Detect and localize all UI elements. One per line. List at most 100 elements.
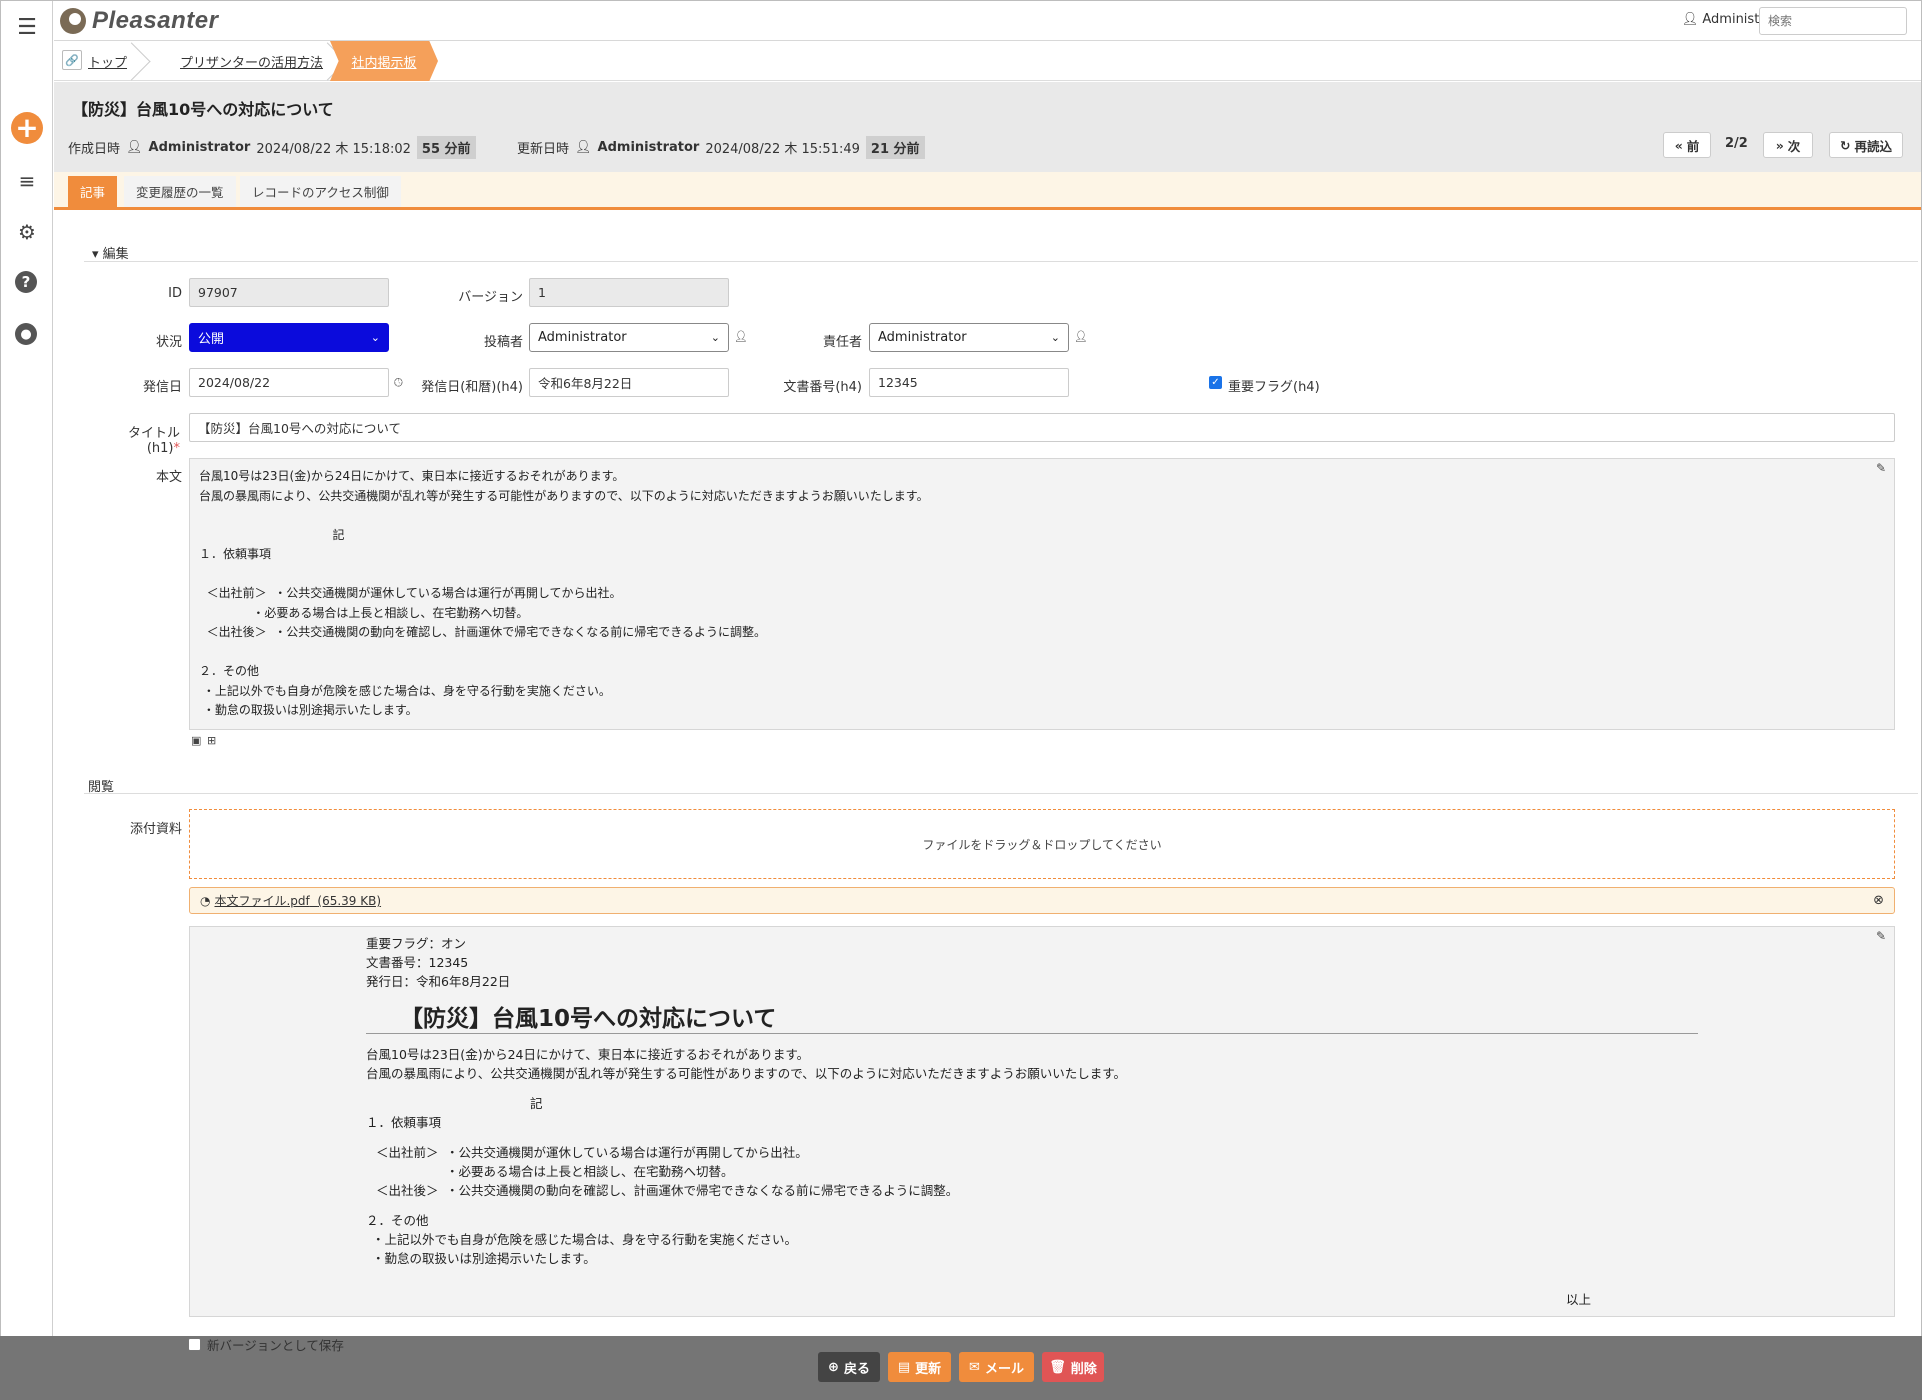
- breadcrumb-howto[interactable]: プリザンターの活用方法: [180, 41, 323, 81]
- preview-o2: ・勤怠の取扱いは別途掲示いたします。: [372, 1251, 596, 1266]
- delete-button[interactable]: 🗑︎ 削除: [1042, 1352, 1104, 1382]
- table-icon[interactable]: ⊞: [207, 734, 216, 747]
- breadcrumb-top[interactable]: トップ: [88, 41, 127, 81]
- preview-b1: ・公共交通機関が運休している場合は運行が再開してから出社。: [446, 1145, 808, 1160]
- attachment-name: 本文ファイル.pdf: [214, 894, 310, 908]
- app-header: Pleasanter 👤︎ Administrator: [54, 1, 1921, 41]
- preview-s1: １．依頼事項: [366, 1115, 442, 1130]
- chevron-down-icon: ⌄: [1050, 331, 1060, 344]
- back-icon: ⊕: [828, 1359, 839, 1375]
- required-mark: *: [173, 441, 181, 456]
- update-button[interactable]: ▤ 更新: [888, 1352, 951, 1382]
- clock-icon[interactable]: 🕓︎: [394, 376, 403, 390]
- poster-select[interactable]: Administrator ⌄: [529, 323, 729, 352]
- poster-value: Administrator: [538, 330, 627, 345]
- preview-flag: 重要フラグ：オン: [366, 936, 467, 951]
- help-icon[interactable]: ?: [15, 271, 37, 293]
- user-icon[interactable]: ●: [15, 323, 37, 345]
- save-icon: ▤: [897, 1359, 911, 1375]
- title-label: タイトル(h1)*: [100, 422, 180, 456]
- version-label: バージョン: [458, 290, 523, 305]
- body-preview: ✎ 重要フラグ：オン 文書番号：12345 発行日：令和6年8月22日 【防災】…: [189, 926, 1895, 1317]
- menu-icon[interactable]: ☰: [14, 15, 40, 41]
- gear-icon[interactable]: ⚙: [14, 219, 40, 245]
- wareki-field[interactable]: 令和6年8月22日: [529, 368, 729, 397]
- page-count: 2/2: [1725, 136, 1748, 151]
- wareki-label: 発信日(和暦)(h4): [421, 380, 523, 395]
- breadcrumb-current[interactable]: 社内掲示板: [330, 41, 438, 81]
- status-label: 状況: [155, 335, 182, 350]
- attachment-icon: ◔: [200, 893, 211, 908]
- created-at: 2024/08/22 木 15:18:02: [256, 142, 411, 157]
- preview-before-label: ＜出社前＞: [376, 1145, 439, 1160]
- side-rail: ☰ + ≡ ⚙ ? ●: [1, 1, 53, 1399]
- docno-label: 文書番号(h4): [783, 380, 862, 395]
- id-label: ID: [168, 286, 182, 301]
- owner-label: 責任者: [822, 335, 862, 350]
- link-icon[interactable]: 🔗: [62, 50, 82, 70]
- preview-p2: 台風の暴風雨により、公共交通機関が乱れ等が発生する可能性がありますので、以下のよ…: [366, 1066, 1127, 1081]
- file-dropzone[interactable]: ファイルをドラッグ＆ドロップしてください: [189, 809, 1895, 879]
- user-icon: 👤︎: [575, 140, 592, 155]
- user-icon: 👤︎: [126, 140, 143, 155]
- updated-by[interactable]: Administrator: [598, 140, 700, 155]
- date-field[interactable]: 2024/08/22: [189, 368, 389, 397]
- preview-date: 発行日：令和6年8月22日: [366, 974, 511, 989]
- body-textarea[interactable]: 台風10号は23日(金)から24日にかけて、東日本に接近するおそれがあります。 …: [189, 458, 1895, 730]
- id-field: 97907: [189, 278, 389, 307]
- next-icon: »: [1775, 137, 1784, 153]
- tab-bar: 記事 変更履歴の一覧 レコードのアクセス制御: [54, 172, 1921, 210]
- attachment-item: ◔ 本文ファイル.pdf (65.39 KB) ⊗: [189, 887, 1895, 914]
- updated-ago: 21 分前: [865, 136, 925, 159]
- search-input[interactable]: [1759, 7, 1907, 35]
- important-flag-checkbox[interactable]: ✓: [1209, 376, 1222, 389]
- preview-b2: ・必要ある場合は上長と相談し、在宅勤務へ切替。: [446, 1164, 734, 1179]
- tab-article[interactable]: 記事: [68, 176, 118, 207]
- user-icon[interactable]: 👤︎: [1074, 330, 1088, 343]
- image-icon[interactable]: ▣: [191, 734, 201, 747]
- close-icon[interactable]: ⊗: [1873, 893, 1884, 908]
- new-version-checkbox[interactable]: [188, 1338, 201, 1351]
- preview-heading: 【防災】台風10号への対応について: [400, 1006, 777, 1032]
- reload-button[interactable]: ↻ 再読込: [1829, 132, 1903, 158]
- new-version-label: 新バージョンとして保存: [207, 1338, 344, 1353]
- title-field[interactable]: 【防災】台風10号への対応について: [189, 413, 1895, 442]
- back-label: 戻る: [843, 1361, 870, 1377]
- user-icon[interactable]: 👤︎: [734, 330, 748, 343]
- breadcrumb: 🔗 トップ プリザンターの活用方法 社内掲示板: [54, 41, 1921, 81]
- pencil-icon[interactable]: ✎: [1876, 461, 1886, 475]
- created-meta: 作成日時 👤︎ Administrator 2024/08/22 木 15:18:…: [68, 136, 476, 159]
- owner-select[interactable]: Administrator ⌄: [869, 323, 1069, 352]
- status-select[interactable]: 公開 ⌄: [189, 323, 389, 352]
- flag-label: 重要フラグ(h4): [1228, 380, 1320, 395]
- divider: [84, 261, 1918, 262]
- chevron-down-icon: ⌄: [710, 331, 720, 344]
- next-button[interactable]: » 次: [1763, 132, 1813, 158]
- sort-icon[interactable]: ≡: [14, 168, 40, 194]
- back-button[interactable]: ⊕ 戻る: [818, 1352, 880, 1382]
- prev-icon: «: [1674, 137, 1683, 153]
- logo[interactable]: Pleasanter: [60, 7, 218, 35]
- created-label: 作成日時: [68, 142, 121, 157]
- tab-access[interactable]: レコードのアクセス制御: [240, 176, 401, 207]
- updated-meta: 更新日時 👤︎ Administrator 2024/08/22 木 15:51:…: [517, 136, 925, 159]
- edit-section-header[interactable]: ▾ 編集: [92, 243, 129, 262]
- updated-at: 2024/08/22 木 15:51:49: [705, 142, 860, 157]
- next-label: 次: [1787, 138, 1801, 154]
- title-label-text: タイトル(h1): [127, 426, 180, 456]
- update-label: 更新: [915, 1361, 942, 1377]
- mail-button[interactable]: ✉ メール: [959, 1352, 1034, 1382]
- preview-b3: ・公共交通機関の動向を確認し、計画運休で帰宅できなくなる前に帰宅できるように調整…: [446, 1183, 959, 1198]
- docno-field[interactable]: 12345: [869, 368, 1069, 397]
- add-icon[interactable]: +: [11, 112, 43, 144]
- preview-s2: ２．その他: [366, 1213, 429, 1228]
- new-version-option[interactable]: 新バージョンとして保存: [188, 1335, 344, 1354]
- attachment-link[interactable]: 本文ファイル.pdf (65.39 KB): [214, 892, 381, 909]
- preview-end: 以上: [1566, 1292, 1592, 1307]
- logo-mark: [60, 8, 86, 34]
- prev-button[interactable]: «前: [1663, 132, 1711, 158]
- pencil-icon[interactable]: ✎: [1876, 929, 1886, 943]
- updated-label: 更新日時: [517, 142, 570, 157]
- created-by[interactable]: Administrator: [149, 140, 251, 155]
- tab-history[interactable]: 変更履歴の一覧: [124, 176, 236, 207]
